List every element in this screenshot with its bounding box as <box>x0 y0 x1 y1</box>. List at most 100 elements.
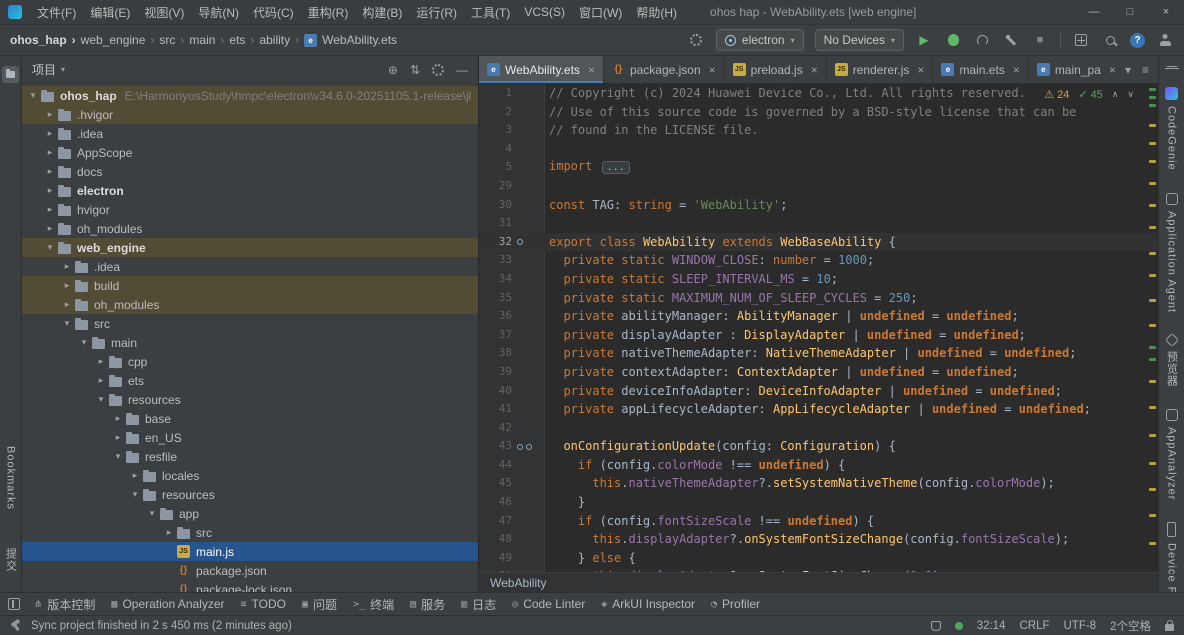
locate-file-icon[interactable]: ⊕ <box>388 63 398 77</box>
right-toolwindow-button[interactable]: 预览器 <box>1164 332 1180 387</box>
analysis-mark[interactable] <box>1149 160 1156 163</box>
code-line[interactable]: 47 if (config.fontSizeScale !== undefine… <box>479 512 1158 531</box>
code-line[interactable]: 40 private deviceInfoAdapter: DeviceInfo… <box>479 382 1158 401</box>
caret-position[interactable]: 32:14 <box>977 620 1006 632</box>
code-line[interactable]: 3 // found in the LICENSE file. <box>479 121 1158 140</box>
analysis-mark[interactable] <box>1149 462 1156 465</box>
lock-icon[interactable] <box>1165 619 1174 631</box>
line-ending[interactable]: CRLF <box>1019 620 1049 632</box>
analysis-mark[interactable] <box>1149 252 1156 255</box>
tree-chevron-icon[interactable]: ▸ <box>43 109 57 120</box>
code-line[interactable]: 49 } else { <box>479 549 1158 568</box>
project-toolwindow-button[interactable] <box>2 66 19 83</box>
bottom-toolwindow-button[interactable]: >_ 终端 <box>345 596 402 613</box>
code-editor[interactable]: 1 // Copyright (c) 2024 Huawei Device Co… <box>479 84 1158 572</box>
analysis-mark[interactable] <box>1149 96 1156 99</box>
bottom-toolwindow-button[interactable]: ◈ ArkUI Inspector <box>593 597 703 611</box>
code-line[interactable]: 33 private static WINDOW_CLOSE: number =… <box>479 251 1158 270</box>
tree-chevron-icon[interactable]: ▸ <box>60 261 74 272</box>
collapse-all-icon[interactable]: ⇅ <box>410 63 420 77</box>
tree-item[interactable]: ▾ main <box>22 333 478 352</box>
analysis-mark[interactable] <box>1149 88 1156 91</box>
tree-chevron-icon[interactable]: ▸ <box>162 527 176 538</box>
minimize-button[interactable]: — <box>1076 0 1112 24</box>
tree-chevron-icon[interactable]: ▾ <box>60 318 74 329</box>
device-dropdown[interactable]: No Devices ▾ <box>814 29 904 51</box>
tree-chevron-icon[interactable]: ▸ <box>60 299 74 310</box>
tree-item[interactable]: ▾ src <box>22 314 478 333</box>
tree-item[interactable]: ▸ .idea <box>22 124 478 143</box>
tree-chevron-icon[interactable]: ▾ <box>43 242 57 253</box>
analysis-mark[interactable] <box>1149 104 1156 107</box>
tree-item[interactable]: ▸ cpp <box>22 352 478 371</box>
code-line[interactable]: 41 private appLifecycleAdapter: AppLifec… <box>479 400 1158 419</box>
analysis-mark[interactable] <box>1149 542 1156 545</box>
tree-chevron-icon[interactable]: ▾ <box>26 90 40 101</box>
chevron-down-icon[interactable]: ▾ <box>61 65 65 74</box>
commit-toolwindow-button[interactable]: 提交 <box>3 548 19 572</box>
right-toolwindow-button[interactable]: CodeGenie <box>1165 87 1178 171</box>
menu-item[interactable]: 构建(B) <box>355 1 409 24</box>
close-tab-icon[interactable]: × <box>709 63 716 77</box>
tree-chevron-icon[interactable]: ▸ <box>94 356 108 367</box>
code-line[interactable]: 48 this.displayAdapter?.onSystemFontSize… <box>479 530 1158 549</box>
tree-item[interactable]: ▸ ets <box>22 371 478 390</box>
breadcrumb-class-name[interactable]: WebAbility <box>490 576 546 590</box>
tree-item[interactable]: ▸ docs <box>22 162 478 181</box>
menu-item[interactable]: 视图(V) <box>137 1 191 24</box>
code-line[interactable]: 2 // Use of this source code is governed… <box>479 103 1158 122</box>
analysis-mark[interactable] <box>1149 488 1156 491</box>
account-button[interactable] <box>1156 31 1174 49</box>
notifications-icon[interactable] <box>1164 66 1179 69</box>
breadcrumb-item[interactable]: web_engine › <box>81 33 160 47</box>
code-line[interactable]: 42 <box>479 419 1158 438</box>
tree-chevron-icon[interactable]: ▸ <box>128 470 142 481</box>
breadcrumb-item[interactable]: WebAbility.ets › <box>304 33 397 47</box>
right-toolwindow-button[interactable]: Application Agent <box>1165 192 1178 313</box>
menu-item[interactable]: 导航(N) <box>191 1 246 24</box>
editor-tab[interactable]: renderer.js × <box>827 56 934 83</box>
right-toolwindow-button[interactable]: AppAnalyzer <box>1165 408 1178 500</box>
analysis-mark[interactable] <box>1149 514 1156 517</box>
menu-item[interactable]: 工具(T) <box>464 1 517 24</box>
bookmarks-toolwindow-button[interactable]: Bookmarks <box>5 446 17 510</box>
profiler-rerun-button[interactable] <box>973 31 991 49</box>
inspections-widget[interactable]: ⚠ 24 ✓ 45 ∧ ∨ <box>1038 87 1140 102</box>
analysis-mark[interactable] <box>1149 434 1156 437</box>
sync-settings-icon[interactable] <box>687 31 705 49</box>
hide-panel-icon[interactable]: — <box>456 63 468 77</box>
analysis-mark[interactable] <box>1149 226 1156 229</box>
run-button[interactable]: ▶ <box>915 31 933 49</box>
tree-item[interactable]: ▸ build <box>22 276 478 295</box>
tree-item[interactable]: ▾ app <box>22 504 478 523</box>
tree-chevron-icon[interactable]: ▾ <box>111 451 125 462</box>
analysis-mark[interactable] <box>1149 274 1156 277</box>
menu-item[interactable]: 帮助(H) <box>629 1 684 24</box>
analysis-mark[interactable] <box>1149 346 1156 349</box>
editor-tab[interactable]: main_pa × <box>1029 56 1125 83</box>
menu-item[interactable]: 重构(R) <box>301 1 356 24</box>
prev-issue-icon[interactable]: ∧ <box>1112 89 1119 100</box>
maximize-button[interactable]: □ <box>1112 0 1148 24</box>
tree-item[interactable]: ▾ resources <box>22 485 478 504</box>
code-line[interactable]: 4 <box>479 140 1158 159</box>
tree-chevron-icon[interactable]: ▸ <box>43 147 57 158</box>
close-tab-icon[interactable]: × <box>1109 63 1116 77</box>
tree-item[interactable]: main.js <box>22 542 478 561</box>
code-line[interactable]: 31 <box>479 214 1158 233</box>
menu-item[interactable]: 编辑(E) <box>83 1 137 24</box>
breadcrumb-item[interactable]: main › <box>189 33 229 47</box>
breadcrumb-item[interactable]: ets › <box>229 33 259 47</box>
code-line[interactable]: 44 if (config.colorMode !== undefined) { <box>479 456 1158 475</box>
tree-item[interactable]: ▾ resources <box>22 390 478 409</box>
project-structure-button[interactable] <box>1072 31 1090 49</box>
tree-chevron-icon[interactable]: ▸ <box>111 432 125 443</box>
stop-button[interactable]: ■ <box>1031 31 1049 49</box>
tree-chevron-icon[interactable]: ▸ <box>111 413 125 424</box>
editor-options-icon[interactable]: ≡ <box>1142 63 1149 77</box>
breadcrumb-item[interactable]: src › <box>159 33 189 47</box>
tree-chevron-icon[interactable]: ▸ <box>43 223 57 234</box>
close-button[interactable]: × <box>1148 0 1184 24</box>
menu-item[interactable]: 代码(C) <box>246 1 301 24</box>
right-toolwindow-button[interactable]: Device File Browser <box>1166 522 1178 592</box>
